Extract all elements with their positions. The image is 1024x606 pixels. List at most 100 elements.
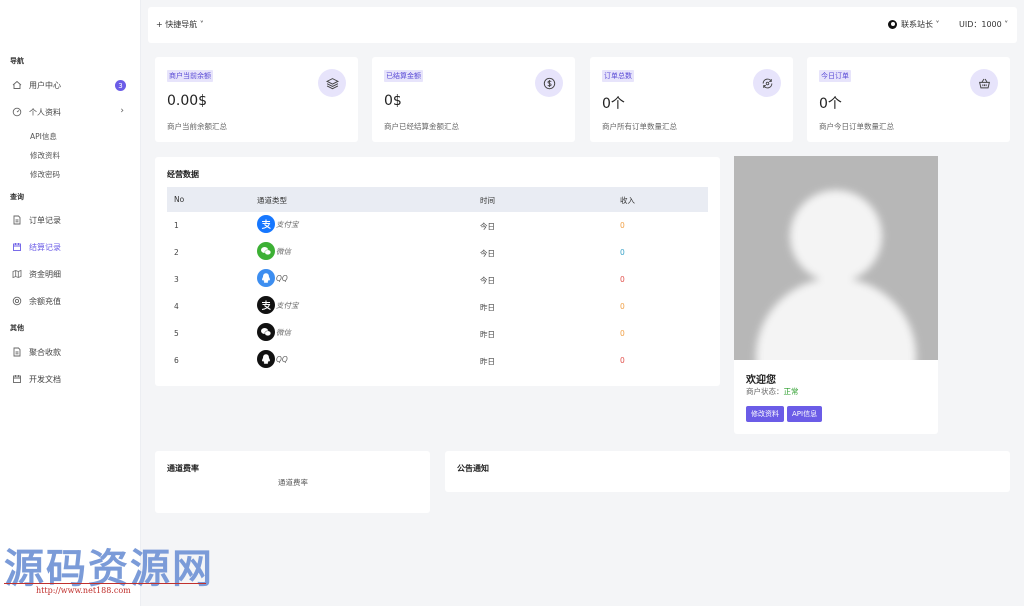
qq-icon	[257, 350, 275, 368]
cell-time: 今日	[480, 276, 495, 285]
stat-desc: 商户所有订单数量汇总	[602, 122, 677, 131]
sidebar: 导航 用户中心 3 个人资料 › API信息 修改资料 修改密码 查询 订单记录…	[0, 0, 141, 606]
sidebar-item-label: 余额充值	[29, 296, 61, 306]
table-row: 6 QQ 昨日 0	[167, 347, 708, 374]
header-channel: 通道类型	[257, 196, 287, 205]
rates-content: 通道费率	[278, 478, 308, 487]
cell-income: 0	[620, 302, 625, 311]
channel-label: QQ	[276, 273, 288, 283]
uid-dropdown[interactable]: UID：1000 ˅	[959, 19, 1008, 30]
sidebar-item-docs[interactable]: 开发文档	[12, 371, 130, 387]
cell-income: 0	[620, 329, 625, 338]
sidebar-item-label: 用户中心	[29, 80, 61, 90]
sidebar-item-profile[interactable]: 个人资料 ›	[12, 104, 130, 120]
header-no: No	[174, 195, 185, 204]
stat-desc: 商户今日订单数量汇总	[819, 122, 894, 131]
calendar-icon	[12, 242, 22, 252]
header-time: 时间	[480, 196, 495, 205]
sidebar-item-recharge[interactable]: 余额充值	[12, 293, 130, 309]
alipay-icon	[257, 215, 275, 233]
sidebar-subitem-edit[interactable]: 修改资料	[30, 150, 60, 161]
cell-no: 4	[174, 302, 179, 311]
sidebar-item-user-center[interactable]: 用户中心 3	[12, 77, 130, 93]
cell-time: 今日	[480, 249, 495, 258]
notice-title: 公告通知	[457, 464, 489, 473]
stat-value: 0个	[819, 96, 842, 112]
cell-channel: QQ	[257, 269, 288, 287]
stat-card-settled: 已结算金额 0$ 商户已经结算金额汇总	[372, 57, 575, 142]
lifebuoy-icon	[12, 296, 22, 306]
status-label: 商户状态：	[746, 387, 784, 396]
stat-value: 0个	[602, 96, 625, 112]
welcome-text: 欢迎您	[746, 375, 776, 386]
sidebar-subitem-password[interactable]: 修改密码	[30, 169, 60, 180]
status-badge: 正常	[783, 387, 799, 396]
section-query-label: 查询	[10, 193, 24, 201]
cell-no: 3	[174, 275, 179, 284]
wechat-icon	[257, 323, 275, 341]
document-icon	[12, 215, 22, 225]
default-avatar-icon	[756, 190, 916, 360]
stat-tag: 已结算金额	[384, 70, 423, 82]
section-other-label: 其他	[10, 324, 24, 332]
api-info-button[interactable]: API信息	[787, 406, 823, 422]
sidebar-item-label: 结算记录	[29, 242, 61, 252]
cell-time: 今日	[480, 222, 495, 231]
calendar-icon	[12, 374, 22, 384]
stat-value: 0.00$	[167, 93, 208, 109]
user-avatar-icon	[888, 20, 897, 29]
channel-label: 微信	[276, 327, 291, 337]
stat-tag: 今日订单	[819, 70, 851, 82]
channel-label: 支付宝	[276, 300, 299, 310]
contact-admin-label: 联系站长 ˅	[901, 20, 940, 29]
sidebar-item-label: 聚合收款	[29, 347, 61, 357]
stat-tag: 订单总数	[602, 70, 634, 82]
cell-channel: 微信	[257, 242, 291, 260]
cell-channel: QQ	[257, 350, 288, 368]
table-header: No 通道类型 时间 收入	[167, 187, 708, 212]
basket-icon	[970, 69, 998, 97]
sidebar-subitem-api[interactable]: API信息	[30, 131, 57, 142]
layers-icon	[318, 69, 346, 97]
edit-profile-button[interactable]: 修改资料	[746, 406, 784, 422]
map-icon	[12, 269, 22, 279]
table-row: 2 微信 今日 0	[167, 239, 708, 266]
sidebar-item-settlements[interactable]: 结算记录	[12, 239, 130, 255]
sidebar-item-label: 开发文档	[29, 374, 61, 384]
cell-time: 昨日	[480, 303, 495, 312]
watermark-divider	[4, 583, 206, 584]
cell-no: 5	[174, 329, 179, 338]
rates-panel: 通道费率 通道费率	[155, 451, 430, 513]
avatar	[734, 156, 938, 360]
table-row: 5 微信 昨日 0	[167, 320, 708, 347]
stat-card-orders-today: 今日订单 0个 商户今日订单数量汇总	[807, 57, 1010, 142]
profile-panel: 欢迎您 商户状态：正常 修改资料 API信息	[734, 156, 938, 434]
stat-value: 0$	[384, 93, 402, 109]
rates-title: 通道费率	[167, 464, 199, 473]
quick-nav-dropdown[interactable]: + 快捷导航 ˅	[156, 19, 204, 30]
sidebar-item-orders[interactable]: 订单记录	[12, 212, 130, 228]
operations-title: 经营数据	[167, 170, 199, 179]
sidebar-item-aggregate[interactable]: 聚合收款	[12, 344, 130, 360]
stat-desc: 商户已经结算金额汇总	[384, 122, 459, 131]
qq-icon	[257, 269, 275, 287]
cell-channel: 微信	[257, 323, 291, 341]
cell-time: 昨日	[480, 357, 495, 366]
header-income: 收入	[620, 196, 635, 205]
section-nav-label: 导航	[10, 57, 24, 65]
cell-channel: 支付宝	[257, 296, 299, 314]
cell-income: 0	[620, 356, 625, 365]
channel-label: 微信	[276, 246, 291, 256]
contact-admin-dropdown[interactable]: 联系站长 ˅	[888, 19, 940, 30]
cell-no: 1	[174, 221, 179, 230]
operations-panel: 经营数据 No 通道类型 时间 收入 1 支付宝 今日 0 2 微信 今日 0 3 QQ 今日 0 4 支…	[155, 157, 720, 386]
channel-label: 支付宝	[276, 219, 299, 229]
stat-tag: 商户当前余额	[167, 70, 213, 82]
sidebar-item-funds[interactable]: 资金明细	[12, 266, 130, 282]
cell-no: 2	[174, 248, 179, 257]
alipay-icon	[257, 296, 275, 314]
stat-card-orders-total: 订单总数 0个 商户所有订单数量汇总	[590, 57, 793, 142]
stat-card-balance: 商户当前余额 0.00$ 商户当前余额汇总	[155, 57, 358, 142]
stat-desc: 商户当前余额汇总	[167, 122, 227, 131]
notice-panel: 公告通知	[445, 451, 1010, 492]
